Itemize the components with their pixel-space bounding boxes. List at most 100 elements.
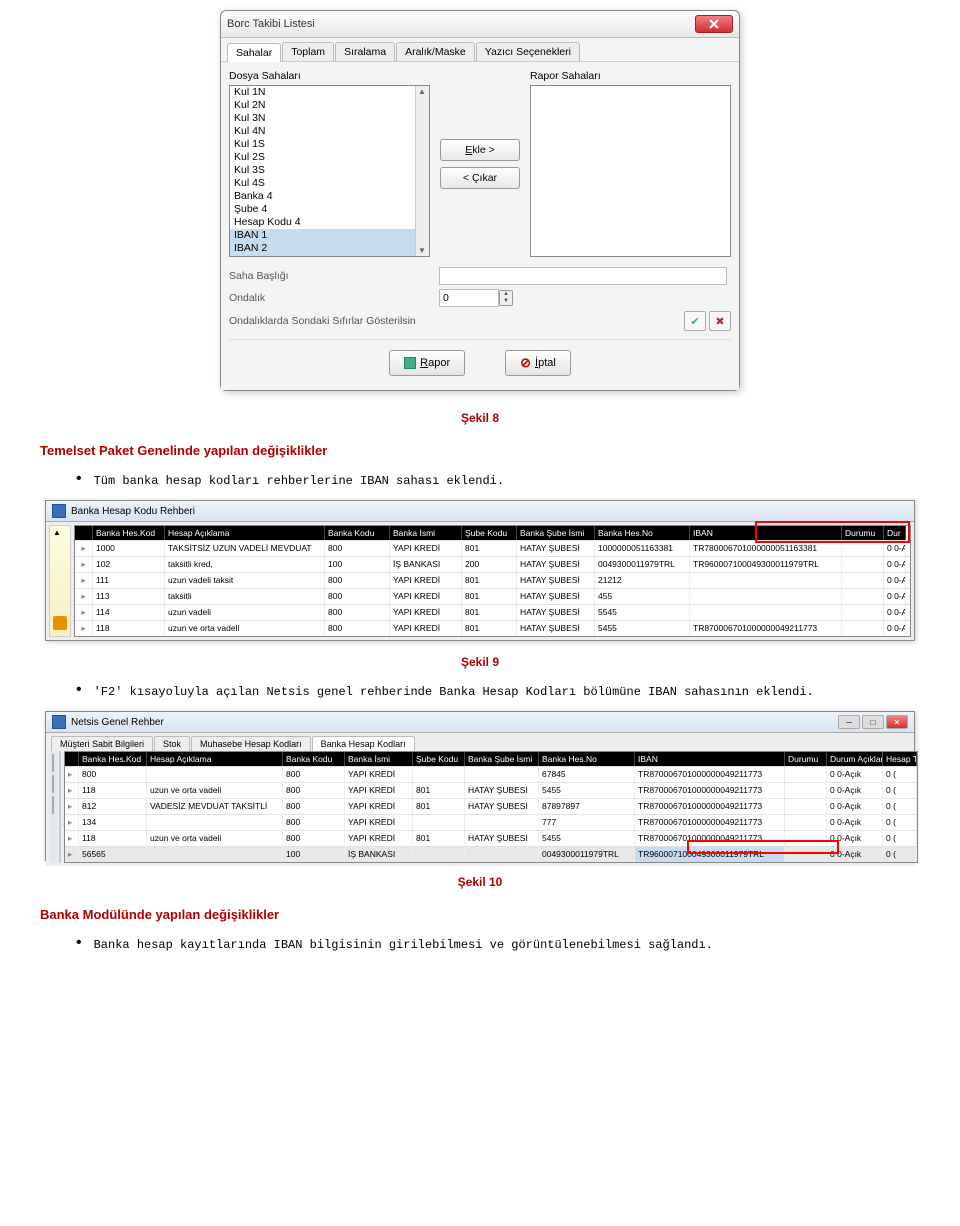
list-item[interactable]: IBAN 1 — [230, 229, 415, 242]
list-item[interactable]: IBAN 2 — [230, 242, 415, 255]
column-header[interactable]: Hesap Açıklama — [165, 526, 325, 540]
figure-caption-10: Şekil 10 — [40, 875, 920, 889]
close-button[interactable]: ✕ — [886, 715, 908, 729]
list-item[interactable]: Kul 4S — [230, 177, 415, 190]
table-row[interactable]: ▸800800YAPI KREDİ67845TR8700067010000000… — [65, 766, 917, 782]
table-row[interactable]: ▸118uzun ve orta vadeli800YAPI KREDİ801H… — [65, 830, 917, 846]
table-row[interactable]: ▸114uzun vadeli800YAPI KREDİ801HATAY ŞUB… — [75, 604, 910, 620]
column-header[interactable]: Banka Şube İsmi — [465, 752, 539, 766]
column-header[interactable]: Banka İsmi — [390, 526, 462, 540]
list-item[interactable]: Kul 2S — [230, 151, 415, 164]
column-header[interactable]: Banka Kodu — [283, 752, 345, 766]
cell: 800 — [325, 621, 390, 636]
ondalik-input[interactable] — [439, 289, 499, 307]
column-header[interactable]: IBAN — [690, 526, 842, 540]
cell — [842, 557, 884, 572]
ekle-button[interactable]: Ekle > — [440, 139, 520, 161]
reject-button[interactable]: ✖ — [709, 311, 731, 331]
maximize-button[interactable]: □ — [862, 715, 884, 729]
cell: taksitli kred, — [165, 557, 325, 572]
column-header[interactable]: Durum Açıklama — [827, 752, 883, 766]
list-item[interactable]: Hesap Kodu 4 — [230, 216, 415, 229]
tab-muhasebe[interactable]: Muhasebe Hesap Kodları — [191, 736, 311, 751]
close-button[interactable] — [695, 15, 733, 33]
cell: 87897897 — [539, 799, 635, 814]
column-header[interactable]: Banka İsmi — [345, 752, 413, 766]
column-header[interactable]: Durumu — [785, 752, 827, 766]
titlebar: Borc Takibi Listesi — [221, 11, 739, 38]
cikar-button[interactable]: < Çıkar — [440, 167, 520, 189]
tab-musteri[interactable]: Müşteri Sabit Bilgileri — [51, 736, 153, 751]
data-grid[interactable]: Banka Hes.KodHesap AçıklamaBanka KoduBan… — [74, 525, 911, 637]
tab-sahalar[interactable]: Sahalar — [227, 43, 281, 62]
dosya-sahalari-listbox[interactable]: Kul 1NKul 2NKul 3NKul 4NKul 1SKul 2SKul … — [229, 85, 430, 257]
list-item[interactable]: Banka 4 — [230, 190, 415, 203]
table-row[interactable]: ▸111uzun vadeli taksit800YAPI KREDİ801HA… — [75, 572, 910, 588]
tab-stok[interactable]: Stok — [154, 736, 190, 751]
side-button[interactable] — [52, 775, 54, 793]
side-button[interactable] — [52, 754, 54, 772]
iptal-button[interactable]: ⊘ İptal — [505, 350, 571, 376]
column-header[interactable]: Banka Şube İsmi — [517, 526, 595, 540]
left-gutter[interactable]: ▲ — [49, 525, 71, 637]
scrollbar[interactable] — [415, 86, 429, 256]
confirm-button[interactable]: ✔ — [684, 311, 706, 331]
tab-aralik-maske[interactable]: Aralık/Maske — [396, 42, 475, 61]
tab-toplam[interactable]: Toplam — [282, 42, 334, 61]
list-item[interactable]: Kul 2N — [230, 99, 415, 112]
tab-yazici[interactable]: Yazıcı Seçenekleri — [476, 42, 580, 61]
cell: ▸ — [65, 815, 79, 830]
cell: TAKSİTSİZ UZUN VADELİ MEVDUAT — [165, 541, 325, 556]
table-row[interactable]: ▸56565100İŞ BANKASI0049300011979TRLTR960… — [65, 846, 917, 862]
column-header[interactable]: IBAN — [635, 752, 785, 766]
table-row[interactable]: ▸812VADESİZ MEVDUAT TAKSİTLİ800YAPI KRED… — [65, 798, 917, 814]
tab-banka-hesap[interactable]: Banka Hesap Kodları — [312, 736, 415, 751]
data-grid[interactable]: Banka Hes.KodHesap AçıklamaBanka KoduBan… — [64, 751, 918, 863]
cell — [147, 815, 283, 830]
column-header[interactable] — [75, 526, 93, 540]
list-item[interactable]: Kul 1S — [230, 138, 415, 151]
table-row[interactable]: ▸113taksitli800YAPI KREDİ801HATAY ŞUBESİ… — [75, 588, 910, 604]
column-header[interactable]: Banka Hes.No — [595, 526, 690, 540]
table-row[interactable]: ▸118uzun ve orta vadeli800YAPI KREDİ801H… — [75, 620, 910, 636]
list-item[interactable]: IBAN 3 — [230, 255, 415, 257]
cell: uzun ve orta vadeli — [147, 831, 283, 846]
cell: 0 ( — [883, 847, 917, 862]
table-row[interactable]: ▸1000TAKSİTSİZ UZUN VADELİ MEVDUAT800YAP… — [75, 540, 910, 556]
column-header[interactable]: Şube Kodu — [413, 752, 465, 766]
cell: TR780006701000000051163381 — [690, 541, 842, 556]
cell — [785, 799, 827, 814]
table-row[interactable]: ▸118uzun ve orta vadeli800YAPI KREDİ801H… — [65, 782, 917, 798]
table-row[interactable]: ▸102taksitli kred,100İŞ BANKASI200HATAY … — [75, 556, 910, 572]
cell: TR960007100049300011979TRL — [635, 847, 785, 862]
tab-siralama[interactable]: Sıralama — [335, 42, 395, 61]
column-header[interactable] — [65, 752, 79, 766]
side-button[interactable] — [52, 796, 54, 814]
dialog-borc-takibi: Borc Takibi Listesi Sahalar Toplam Sıral… — [220, 10, 740, 391]
saha-basligi-input[interactable] — [439, 267, 727, 285]
table-row[interactable]: ▸134800YAPI KREDİ777TR870006701000000049… — [65, 814, 917, 830]
cell: 800 — [283, 767, 345, 782]
cell — [785, 767, 827, 782]
column-header[interactable]: Banka Hes.No — [539, 752, 635, 766]
cell: 21212 — [595, 573, 690, 588]
list-item[interactable]: Kul 3S — [230, 164, 415, 177]
column-header[interactable]: Dur — [884, 526, 906, 540]
column-header[interactable]: Hesap Tipi — [883, 752, 917, 766]
column-header[interactable]: Banka Hes.Kod — [93, 526, 165, 540]
list-item[interactable]: Kul 1N — [230, 86, 415, 99]
ondalik-spinner[interactable]: ▲▼ — [499, 290, 513, 306]
column-header[interactable]: Banka Hes.Kod — [79, 752, 147, 766]
minimize-button[interactable]: ─ — [838, 715, 860, 729]
list-item[interactable]: Kul 4N — [230, 125, 415, 138]
column-header[interactable]: Banka Kodu — [325, 526, 390, 540]
rapor-sahalari-listbox[interactable] — [530, 85, 731, 257]
list-item[interactable]: Kul 3N — [230, 112, 415, 125]
list-item[interactable]: Şube 4 — [230, 203, 415, 216]
column-header[interactable]: Hesap Açıklama — [147, 752, 283, 766]
column-header[interactable]: Şube Kodu — [462, 526, 517, 540]
cell: ▸ — [65, 799, 79, 814]
rapor-button[interactable]: Rapor — [389, 350, 465, 376]
column-header[interactable]: Durumu — [842, 526, 884, 540]
row-gutter[interactable]: ▲ ≡ — [59, 751, 61, 863]
